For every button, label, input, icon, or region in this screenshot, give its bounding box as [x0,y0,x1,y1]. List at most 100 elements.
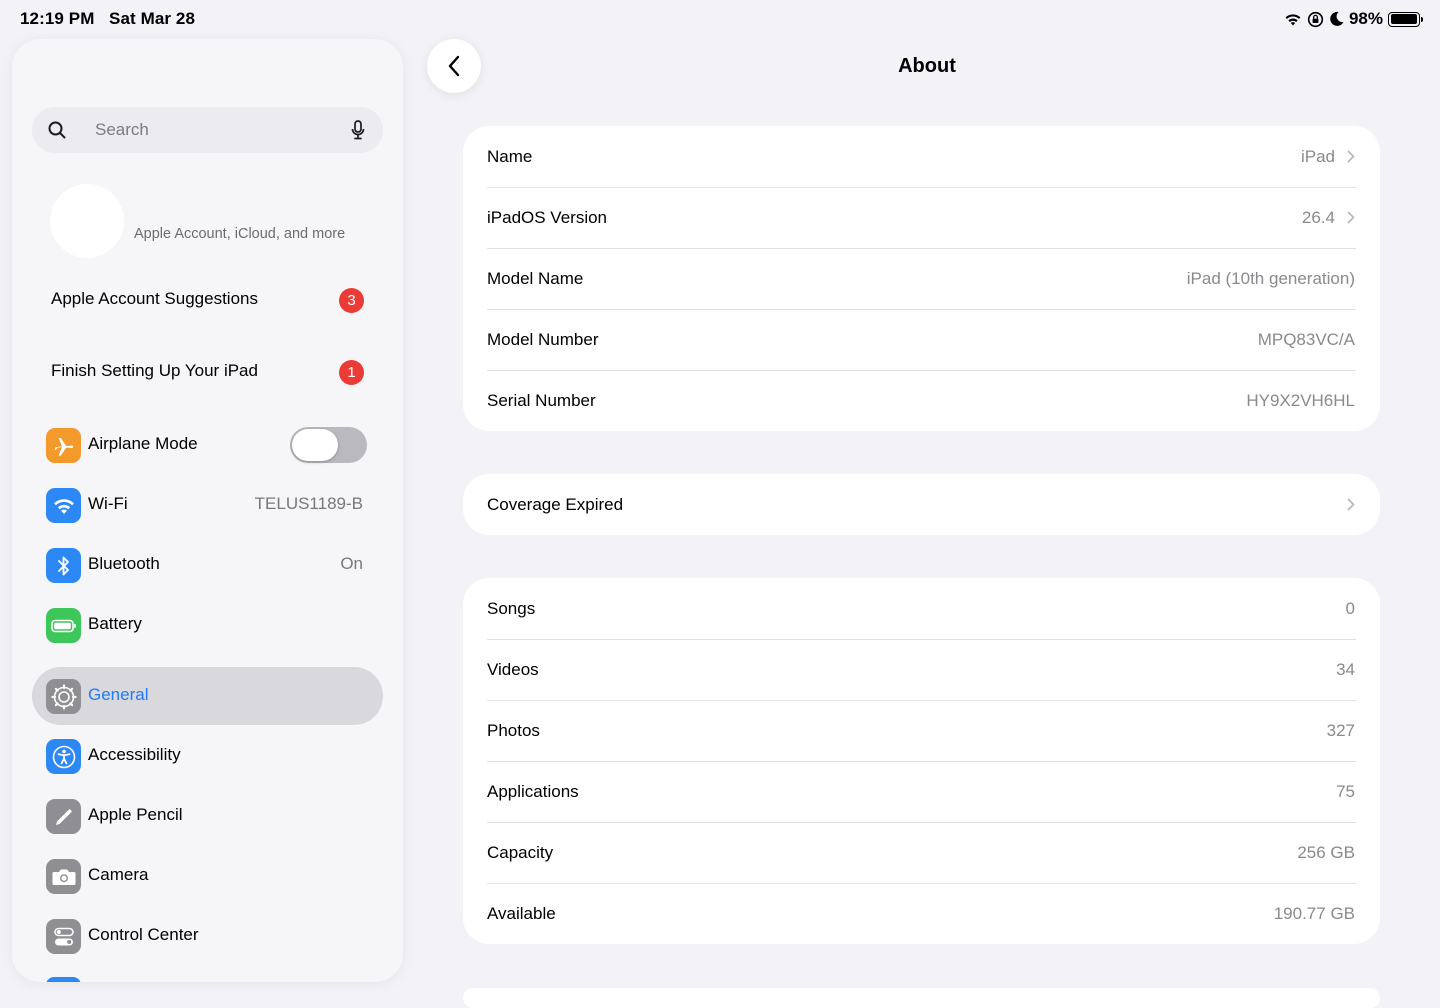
bluetooth-icon [46,548,81,583]
battery-level [1390,14,1417,24]
ipados-version-row[interactable]: iPadOS Version 26.4 [463,187,1380,248]
row-value: iPad [1300,146,1335,166]
toggle-knob [292,429,338,461]
wifi-network-name: TELUS1189-B [254,494,363,513]
search-field[interactable]: Search [32,107,383,153]
chevron-right-icon [1347,498,1355,511]
device-info-group: Name iPad iPadOS Version 26.4 Model Name… [463,126,1380,431]
page-title: About [898,55,956,77]
row-value: HY9X2VH6HL [1246,390,1355,410]
sidebar-item-airplane-mode[interactable]: Airplane Mode [32,416,383,474]
sidebar-item-wifi[interactable]: Wi-Fi TELUS1189-B [32,476,383,534]
suggestion-label: Finish Setting Up Your iPad [51,361,258,380]
airplane-icon [46,428,81,463]
sidebar-item-control-center[interactable]: Control Center [32,907,383,965]
next-group-partial [463,988,1380,1008]
row-label: Songs [487,598,536,618]
search-placeholder: Search [95,120,149,139]
capacity-row: Capacity 256 GB [463,822,1380,883]
sidebar-item-label: Airplane Mode [88,434,198,453]
sidebar-item-label: Battery [88,614,142,633]
sidebar-item-accessibility[interactable]: Accessibility [32,727,383,785]
row-value: iPad (10th generation) [1186,268,1355,288]
row-label: Coverage Expired [487,494,624,514]
row-value: 0 [1345,598,1355,618]
serial-number-row: Serial Number HY9X2VH6HL [463,370,1380,431]
microphone-icon[interactable] [351,120,365,140]
wifi-icon [46,488,81,523]
pencil-icon [46,799,81,834]
row-label: iPadOS Version [487,207,608,227]
status-icons: 98% [1284,9,1423,29]
wifi-status-icon [1285,14,1301,26]
row-value: 190.77 GB [1273,903,1355,923]
row-value: 327 [1326,720,1355,740]
row-value: MPQ83VC/A [1257,329,1355,349]
accessibility-icon [46,739,81,774]
sidebar-item-label: Apple Pencil [88,805,183,824]
moon-icon [1330,11,1344,26]
photos-row: Photos 327 [463,700,1380,761]
apple-account-row[interactable]: Apple Account, iCloud, and more [12,179,403,259]
notification-badge: 3 [339,288,364,313]
sidebar-item-label: Accessibility [88,745,181,764]
sidebar-item-camera[interactable]: Camera [32,847,383,905]
row-label: Serial Number [487,390,596,410]
row-label: Model Name [487,268,584,288]
control-center-icon [46,919,81,954]
model-name-row: Model Name iPad (10th generation) [463,248,1380,309]
orientation-lock-icon [1307,11,1324,27]
bluetooth-status: On [340,554,363,573]
media-storage-group: Songs 0 Videos 34 Photos 327 Application… [463,578,1380,944]
row-value: 75 [1336,781,1355,801]
status-bar: 12:19 PM Sat Mar 28 98% [0,0,1440,40]
model-number-row[interactable]: Model Number MPQ83VC/A [463,309,1380,370]
camera-icon [46,859,81,894]
apple-account-suggestions-row[interactable]: Apple Account Suggestions 3 [12,276,403,326]
row-label: Applications [487,781,579,801]
row-label: Videos [487,659,539,679]
sidebar-item-apple-pencil[interactable]: Apple Pencil [32,787,383,845]
chevron-right-icon [1347,150,1355,163]
sidebar-item-label: Wi-Fi [88,494,128,513]
songs-row: Songs 0 [463,578,1380,639]
row-label: Photos [487,720,540,740]
sidebar-item-label: Control Center [88,925,199,944]
row-label: Available [487,903,556,923]
sidebar-item-label: Bluetooth [88,554,160,573]
finish-setup-row[interactable]: Finish Setting Up Your iPad 1 [12,348,403,398]
applications-row: Applications 75 [463,761,1380,822]
avatar [50,184,124,258]
suggestion-label: Apple Account Suggestions [51,289,258,308]
chevron-right-icon [1347,211,1355,224]
back-button[interactable] [427,39,481,93]
search-icon [48,121,66,139]
sidebar: Search Apple Account, iCloud, and more A… [12,39,403,982]
row-value: 26.4 [1301,207,1335,227]
battery-icon [46,608,81,643]
clock: 12:19 PM [20,9,95,28]
row-label: Model Number [487,329,599,349]
coverage-row[interactable]: Coverage Expired [463,474,1380,535]
row-value: 34 [1336,659,1355,679]
row-label: Name [487,146,533,166]
airplane-mode-toggle[interactable] [290,427,367,463]
battery-status-icon [1388,11,1423,27]
date: Sat Mar 28 [109,9,196,28]
notification-badge: 1 [339,360,364,385]
row-label: Capacity [487,842,554,862]
sidebar-item-general[interactable]: General [32,667,383,725]
status-time: 12:19 PM Sat Mar 28 [20,9,195,29]
account-subtitle: Apple Account, iCloud, and more [134,226,346,242]
sidebar-item-battery[interactable]: Battery [32,596,383,654]
sidebar-item-label: Camera [88,865,149,884]
chevron-left-icon [448,55,460,77]
gear-icon [46,679,81,714]
row-value: 256 GB [1297,842,1355,862]
available-row: Available 190.77 GB [463,883,1380,944]
sidebar-item-bluetooth[interactable]: Bluetooth On [32,536,383,594]
sidebar-item-label: General [88,685,149,704]
videos-row: Videos 34 [463,639,1380,700]
name-row[interactable]: Name iPad [463,126,1380,187]
coverage-group: Coverage Expired [463,474,1380,535]
